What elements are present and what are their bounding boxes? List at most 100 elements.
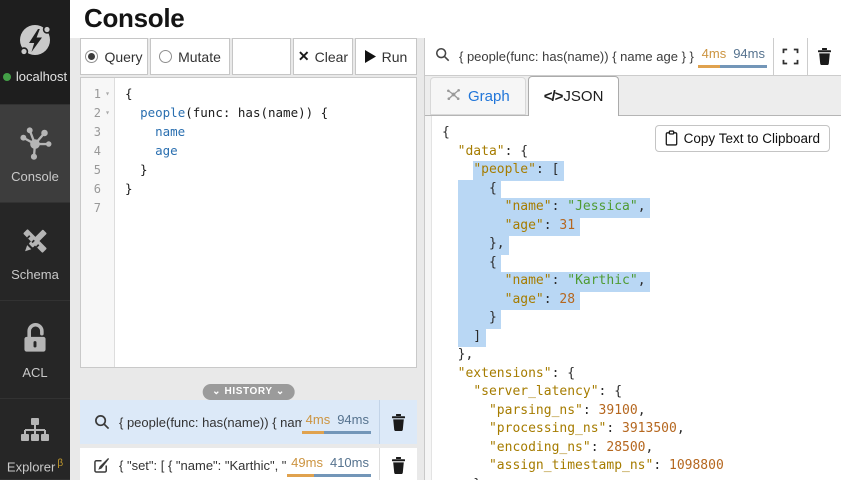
fold-marker-icon[interactable]: ▾ [101,108,114,117]
sidebar-item-console[interactable]: Console [0,105,70,203]
json-line: "name": "Karthic", [442,272,841,291]
latency-bar [698,65,767,68]
clear-x-icon: ✕ [298,48,310,65]
tab-graph[interactable]: Graph [430,77,526,115]
fold-marker-icon[interactable]: ▾ [101,89,114,98]
copy-to-clipboard-button[interactable]: Copy Text to Clipboard [655,125,830,152]
line-number: 2▾ [81,103,114,122]
code-line [125,198,416,217]
json-gutter [425,116,432,480]
code-line: people(func: has(name)) { [125,103,416,122]
json-line: "age": 31 [442,217,841,236]
json-line: "server_latency": { [442,383,841,402]
json-line: }, [442,346,841,365]
search-icon [435,47,450,67]
latency-display: 4ms 94ms [698,45,767,68]
json-line: }, [442,476,841,480]
sidebar-item-schema[interactable]: Schema [0,203,70,301]
mutate-mode-radio[interactable]: Mutate [150,38,230,75]
trash-icon [390,413,407,432]
code-brackets-icon: </> [544,88,563,105]
history-item-mutation[interactable]: { "set": [ { "name": "Karthic", "ag… 49m… [80,448,417,480]
line-number: 6 [81,179,114,198]
delete-history-button[interactable] [379,448,417,480]
json-line: } [442,309,841,328]
beta-badge: β [57,458,63,469]
workspace: Query Mutate ✕ Clear Run 1▾2▾34567 { peo… [70,38,841,480]
graph-network-icon [446,87,461,106]
result-tab-bar: Graph </> JSON [425,76,841,116]
code-line: } [125,160,416,179]
executed-query-text: { people(func: has(name)) { name age } } [459,49,694,64]
acl-lock-icon [16,320,54,358]
json-line: "encoding_ns": 28500, [442,439,841,458]
console-graph-icon [16,124,54,162]
explorer-sitemap-icon [15,411,55,451]
sidebar-item-acl[interactable]: ACL [0,301,70,399]
editor-toolbar: Query Mutate ✕ Clear Run [80,38,417,75]
latency-display: 4ms 94ms [302,411,371,434]
radio-unselected-icon[interactable] [159,50,172,63]
line-number: 5 [81,160,114,179]
server-latency: 4ms [306,412,331,427]
line-number: 7 [81,198,114,217]
query-code-area[interactable]: { people(func: has(name)) { name age }} [115,78,416,367]
page-header: Console [70,0,841,38]
server-latency: 4ms [702,46,727,61]
line-number: 4 [81,141,114,160]
json-line: "people": [ [442,161,841,180]
run-button[interactable]: Run [355,38,417,75]
line-number-gutter: 1▾2▾34567 [81,78,115,367]
schema-tools-icon [16,222,54,260]
console-label: Console [11,169,59,184]
latency-display: 49ms410ms [287,454,371,477]
json-line: }, [442,235,841,254]
acl-label: ACL [22,365,47,380]
edit-pencil-icon [94,457,110,473]
latency-bar [302,431,371,434]
clipboard-icon [665,130,678,146]
latency-bar [287,474,371,477]
run-play-icon [365,50,376,63]
line-number: 1▾ [81,84,114,103]
trash-icon [816,47,833,66]
json-line: "parsing_ns": 39100, [442,402,841,421]
json-line: "extensions": { [442,365,841,384]
total-latency: 94ms [337,412,369,427]
history-mutation-text: { "set": [ { "name": "Karthic", "ag… [119,458,287,473]
json-response-code[interactable]: { "data": { "people": [ { "name": "Jessi… [432,116,841,480]
json-line: "processing_ns": 3913500, [442,420,841,439]
query-mode-radio[interactable]: Query [80,38,148,75]
delete-history-button[interactable] [379,400,417,444]
clear-button[interactable]: ✕ Clear [293,38,353,75]
json-line: { [442,254,841,273]
sidebar-item-localhost[interactable]: localhost [0,0,70,105]
tab-json[interactable]: </> JSON [528,76,620,116]
radio-selected-icon[interactable] [85,50,98,63]
delete-result-button[interactable] [807,38,841,75]
json-line: ] [442,328,841,347]
line-number: 3 [81,122,114,141]
sidebar: localhost Console [0,0,70,480]
json-line: "assign_timestamp_ns": 1098800 [442,457,841,476]
code-line: age [125,141,416,160]
result-query-bar: { people(func: has(name)) { name age } }… [425,38,841,76]
json-line: "age": 28 [442,291,841,310]
code-line: } [125,179,416,198]
json-line: { [442,180,841,199]
history-query-text: { people(func: has(name)) { nam… [119,415,302,430]
json-result-view: { "data": { "people": [ { "name": "Jessi… [425,116,841,480]
total-latency: 94ms [733,46,765,61]
sidebar-item-explorer[interactable]: Explorerβ [0,399,70,480]
page-title: Console [70,0,841,36]
code-line: name [125,122,416,141]
code-editor[interactable]: 1▾2▾34567 { people(func: has(name)) { na… [80,77,417,368]
json-line: "name": "Jessica", [442,198,841,217]
toolbar-spacer [232,38,291,75]
code-line: { [125,84,416,103]
history-toggle[interactable]: ⌄ HISTORY ⌄ [202,384,295,400]
status-dot [3,73,11,81]
query-editor-panel: Query Mutate ✕ Clear Run 1▾2▾34567 { peo… [80,38,417,480]
history-item-query[interactable]: { people(func: has(name)) { nam… 4ms 94ms [80,400,417,444]
fullscreen-button[interactable] [773,38,807,75]
